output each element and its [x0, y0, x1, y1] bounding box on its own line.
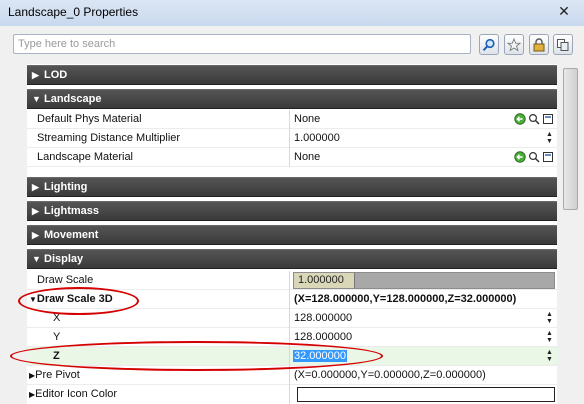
expand-arrow-icon: ▶ [32, 230, 39, 240]
property-label: Pre Pivot [35, 369, 80, 381]
column-divider [289, 347, 290, 366]
property-row-draw-scale-3d[interactable]: ▼Draw Scale 3D (X=128.000000,Y=128.00000… [27, 290, 557, 309]
property-label: Draw Scale 3D [36, 293, 113, 305]
property-row[interactable]: Landscape Material None [27, 148, 557, 167]
property-name: Y [53, 331, 61, 343]
copy-icon[interactable] [553, 34, 573, 55]
expand-arrow-icon: ▶ [32, 182, 39, 192]
z-value-input[interactable]: 32.000000 [293, 350, 347, 362]
property-row-z[interactable]: Z 32.000000 ▲ ▼ [27, 347, 557, 366]
spinner-icon[interactable]: ▲ ▼ [545, 330, 554, 345]
column-divider [289, 309, 290, 328]
property-name: ▶Editor Icon Color [29, 388, 117, 400]
section-label: Movement [44, 229, 99, 241]
spinner-icon[interactable]: ▲ ▼ [545, 131, 554, 146]
property-row-draw-scale[interactable]: Draw Scale 1.000000 [27, 271, 557, 290]
browse-magnifier-icon[interactable] [527, 150, 540, 163]
property-name: Default Phys Material [37, 113, 142, 125]
section-label: Lightmass [44, 205, 100, 217]
expand-arrow-icon: ▶ [32, 206, 39, 216]
property-name: ▼Draw Scale 3D [29, 293, 113, 305]
property-grid: ▶ LOD ▼ Landscape Default Phys Material … [27, 64, 557, 404]
property-value: (X=128.000000,Y=128.000000,Z=32.000000) [294, 293, 517, 305]
clear-icon[interactable] [541, 150, 554, 163]
scrollbar-thumb[interactable] [563, 68, 578, 210]
column-divider [289, 366, 290, 385]
spinner-icon[interactable]: ▲ ▼ [545, 311, 554, 326]
vertical-scrollbar[interactable] [557, 64, 584, 401]
property-row-editor-icon-color[interactable]: ▶Editor Icon Color [27, 385, 557, 404]
use-selected-arrow-icon[interactable] [513, 112, 526, 125]
section-label: Lighting [44, 181, 88, 193]
left-gutter [0, 64, 27, 401]
section-label: Landscape [44, 93, 102, 105]
search-toolbar [0, 26, 584, 64]
property-name: ▶Pre Pivot [29, 369, 80, 381]
expand-arrow-icon: ▶ [32, 70, 39, 80]
column-divider [289, 271, 290, 290]
property-value: None [294, 151, 321, 163]
property-value[interactable]: 1.000000 [294, 132, 340, 144]
column-divider [289, 110, 290, 129]
property-row[interactable]: Default Phys Material None [27, 110, 557, 129]
selected-text: 32.000000 [293, 350, 347, 362]
property-row[interactable]: Streaming Distance Multiplier 1.000000 ▲… [27, 129, 557, 148]
lock-icon[interactable] [529, 34, 549, 55]
column-divider [289, 290, 290, 309]
clear-icon[interactable] [541, 112, 554, 125]
property-actions [513, 112, 554, 125]
collapse-arrow-icon: ▼ [32, 94, 41, 104]
property-value: (X=0.000000,Y=0.000000,Z=0.000000) [294, 369, 486, 381]
property-value: None [294, 113, 321, 125]
property-name: Draw Scale [37, 274, 94, 286]
property-name: X [53, 312, 61, 324]
collapse-arrow-icon[interactable]: ▼ [29, 295, 37, 304]
column-divider [289, 148, 290, 167]
window-title: Landscape_0 Properties [8, 5, 139, 19]
color-swatch[interactable] [297, 387, 555, 402]
spinner-icon[interactable]: ▲ ▼ [545, 349, 554, 364]
column-divider [289, 129, 290, 148]
section-display[interactable]: ▼ Display [27, 249, 557, 269]
column-divider [289, 328, 290, 347]
search-icon[interactable] [479, 34, 499, 55]
property-name: Z [53, 350, 60, 362]
property-name: Landscape Material [37, 151, 134, 163]
property-value[interactable]: 128.000000 [294, 331, 352, 343]
property-row-y[interactable]: Y 128.000000 ▲ ▼ [27, 328, 557, 347]
close-icon[interactable]: ✕ [556, 3, 572, 19]
property-actions [513, 150, 554, 163]
property-label: Editor Icon Color [35, 388, 118, 400]
section-lighting[interactable]: ▶ Lighting [27, 177, 557, 197]
section-landscape[interactable]: ▼ Landscape [27, 89, 557, 109]
property-value[interactable]: 128.000000 [294, 312, 352, 324]
section-movement[interactable]: ▶ Movement [27, 225, 557, 245]
search-input[interactable] [13, 34, 471, 54]
property-row-x[interactable]: X 128.000000 ▲ ▼ [27, 309, 557, 328]
section-lod[interactable]: ▶ LOD [27, 65, 557, 85]
use-selected-arrow-icon[interactable] [513, 150, 526, 163]
section-lightmass[interactable]: ▶ Lightmass [27, 201, 557, 221]
section-label: Display [44, 253, 84, 265]
column-divider [289, 385, 290, 404]
collapse-arrow-icon: ▼ [32, 254, 41, 264]
slider-value: 1.000000 [298, 274, 344, 286]
section-label: LOD [44, 69, 68, 81]
property-name: Streaming Distance Multiplier [37, 132, 181, 144]
browse-magnifier-icon[interactable] [527, 112, 540, 125]
favorite-star-icon[interactable] [504, 34, 524, 55]
window-title-bar: Landscape_0 Properties ✕ [0, 0, 584, 27]
draw-scale-slider[interactable]: 1.000000 [293, 272, 555, 289]
property-row-pre-pivot[interactable]: ▶Pre Pivot (X=0.000000,Y=0.000000,Z=0.00… [27, 366, 557, 385]
